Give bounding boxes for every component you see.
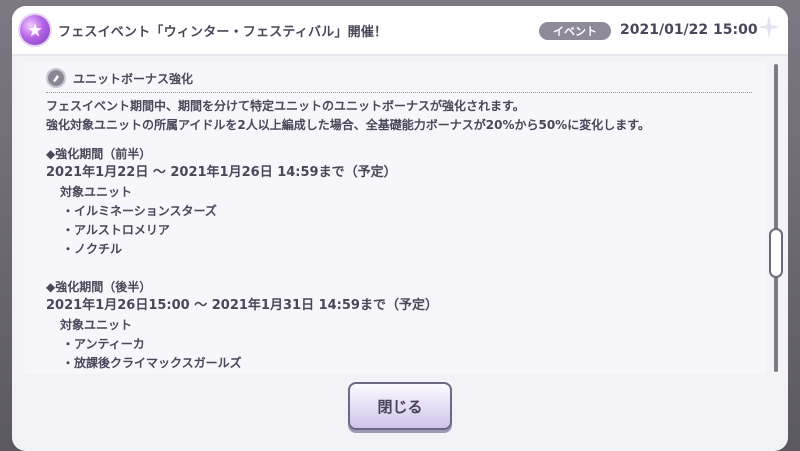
unit-list-item: ・アルストロメリア <box>62 223 170 237</box>
period-heading: ◆強化期間（後半） <box>46 280 152 294</box>
sparkle-icon <box>758 15 780 39</box>
scrollbar-thumb[interactable] <box>769 228 783 278</box>
section-divider <box>46 92 752 93</box>
scrollbar-track[interactable] <box>774 64 778 372</box>
period-dates: 2021年1月22日 〜 2021年1月26日 14:59まで（予定） <box>46 165 397 180</box>
unit-list-item: ・放課後クライマックスガールズ <box>62 356 242 370</box>
period-dates: 2021年1月26日15:00 〜 2021年1月31日 14:59まで（予定） <box>46 298 438 313</box>
target-units-label: 対象ユニット <box>60 318 133 332</box>
event-star-icon <box>20 15 50 45</box>
close-button[interactable]: 閉じる <box>348 382 452 430</box>
notice-dialog: フェスイベント「ウィンター・フェスティバル」開催！ イベント 2021/01/2… <box>12 6 788 451</box>
post-date: 2021/01/22 15:00 <box>620 22 758 38</box>
unit-icon <box>46 68 66 88</box>
section-header: ユニットボーナス強化 <box>46 68 193 88</box>
dialog-body: ユニットボーナス強化 フェスイベント期間中、期間を分けて特定ユニットのユニットボ… <box>12 56 788 451</box>
category-badge: イベント <box>539 22 611 40</box>
dialog-header: フェスイベント「ウィンター・フェスティバル」開催！ イベント 2021/01/2… <box>12 6 788 54</box>
unit-list-item: ・アンティーカ <box>62 337 145 351</box>
description-line: フェスイベント期間中、期間を分けて特定ユニットのユニットボーナスが強化されます。 <box>46 99 525 113</box>
dialog-title: フェスイベント「ウィンター・フェスティバル」開催！ <box>58 25 388 40</box>
unit-list-item: ・イルミネーションスターズ <box>62 204 217 218</box>
notice-content[interactable]: ユニットボーナス強化 フェスイベント期間中、期間を分けて特定ユニットのユニットボ… <box>24 62 766 374</box>
period-heading: ◆強化期間（前半） <box>46 147 152 161</box>
description-line: 強化対象ユニットの所属アイドルを2人以上編成した場合、全基礎能力ボーナスが20%… <box>46 118 650 132</box>
section-title: ユニットボーナス強化 <box>73 71 194 86</box>
target-units-label: 対象ユニット <box>60 185 133 199</box>
unit-list-item: ・ノクチル <box>62 242 123 256</box>
